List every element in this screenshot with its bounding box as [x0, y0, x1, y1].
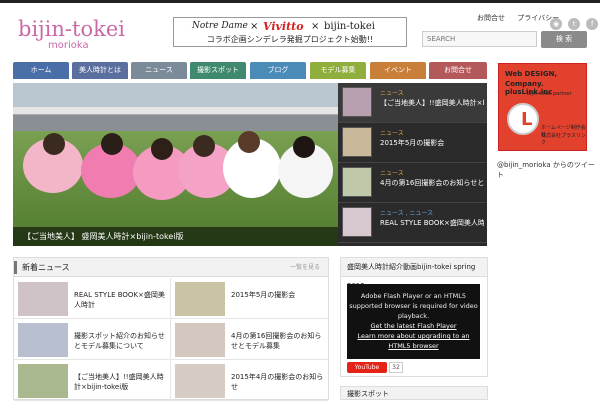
- person-6-head: [293, 136, 315, 158]
- featured-title: 【ご当地美人】!!盛岡美人時計×bijin-tokei…: [380, 99, 484, 107]
- hero-caption-bar: 【ご当地美人】 盛岡美人時計×bijin-tokei版: [13, 227, 338, 246]
- plus-link-logo: L: [507, 103, 539, 135]
- news-header: 新着ニュース 一覧を見る: [14, 258, 328, 277]
- hero-fence: [13, 107, 338, 115]
- facebook-icon[interactable]: f: [586, 18, 599, 30]
- person-4-head: [193, 135, 215, 157]
- news-item[interactable]: 2015年5月の撮影会: [171, 278, 328, 319]
- flash-player-link[interactable]: Get the latest Flash Player: [347, 321, 480, 331]
- top-bar: [0, 0, 600, 3]
- news-thumb: [18, 282, 68, 316]
- news-thumb: [175, 282, 225, 316]
- news-section: 新着ニュース 一覧を見る REAL STYLE BOOK×盛岡美人時計 2015…: [13, 257, 329, 401]
- nav-item-5[interactable]: ブログ: [250, 62, 306, 79]
- news-item-title: 【ご当地美人】!!盛岡美人時計×bijin-tokei版: [74, 373, 164, 391]
- news-title: 新着ニュース: [22, 263, 70, 272]
- news-item[interactable]: 4月の第16回撮影会のお知らせとモデル募集: [171, 319, 328, 360]
- featured-item[interactable]: ニュース 2015年5月の撮影会: [338, 123, 487, 163]
- banner-text: コラボ企画シンデレラ発掘プロジェクト始動!!: [206, 35, 374, 44]
- featured-title: 4月の第16回撮影会のお知らせとモデル募集: [380, 179, 484, 187]
- featured-thumb: [342, 167, 372, 197]
- news-item[interactable]: REAL STYLE BOOK×盛岡美人時計: [14, 278, 171, 319]
- featured-item[interactable]: ニュース , ニュース REAL STYLE BOOK×盛岡美人時計: [338, 203, 487, 243]
- person-2-head: [101, 133, 123, 155]
- person-5-head: [238, 131, 260, 153]
- notre-dame-logo: Notre Dame: [192, 21, 248, 31]
- header-link-contact[interactable]: お問合せ: [477, 14, 505, 22]
- nav-item-2[interactable]: 美人時計とは: [72, 62, 128, 79]
- banner-times-2: ×: [311, 21, 320, 32]
- person-3-head: [151, 138, 173, 160]
- news-thumb: [18, 364, 68, 398]
- news-item-title: REAL STYLE BOOK×盛岡美人時計: [74, 291, 165, 309]
- news-thumb: [18, 323, 68, 357]
- hero-caption[interactable]: 【ご当地美人】 盛岡美人時計×bijin-tokei版: [23, 227, 183, 246]
- featured-category: ニュース: [380, 90, 404, 97]
- featured-list: ニュース 【ご当地美人】!!盛岡美人時計×bijin-tokei… ニュース 2…: [338, 83, 487, 246]
- hero-slider-image[interactable]: 【ご当地美人】 盛岡美人時計×bijin-tokei版: [13, 83, 338, 246]
- news-thumb: [175, 323, 225, 357]
- sponsor-ad[interactable]: Web DESIGN, Company. plusLink.inc bijin-…: [498, 63, 587, 151]
- nav-item-6[interactable]: モデル募集: [310, 62, 366, 79]
- news-thumb: [175, 364, 225, 398]
- main-nav: ホーム 美人時計とは ニュース 撮影スポット ブログ モデル募集 イベント お問…: [13, 62, 488, 79]
- twitter-timeline-link[interactable]: @bijin_morioka からのツイート: [497, 160, 600, 180]
- twitter-icon[interactable]: t: [568, 18, 581, 30]
- youtube-subscriber-count: 32: [389, 362, 403, 373]
- featured-thumb: [342, 127, 372, 157]
- rss-icon[interactable]: ◉: [550, 18, 562, 30]
- news-item[interactable]: 2015年4月の撮影会のお知らせ: [171, 360, 328, 401]
- spots-section-header: 撮影スポット: [340, 386, 488, 400]
- news-item-title: 2015年5月の撮影会: [231, 291, 296, 299]
- featured-item[interactable]: ニュース 4月の第16回撮影会のお知らせとモデル募集: [338, 163, 487, 203]
- html5-upgrade-link[interactable]: Learn more about upgrading to an HTML5 b…: [347, 331, 480, 351]
- news-item-title: 4月の第16回撮影会のお知らせとモデル募集: [231, 332, 322, 350]
- ad-line-3: bijin-tokei partner: [527, 91, 572, 97]
- news-item[interactable]: 【ご当地美人】!!盛岡美人時計×bijin-tokei版: [14, 360, 171, 401]
- nav-item-7[interactable]: イベント: [370, 62, 426, 79]
- ad-line-1: Web DESIGN,: [505, 70, 558, 78]
- collab-banner[interactable]: Notre Dame × Vivitto × bijin-tokei コラボ企画…: [173, 17, 407, 47]
- featured-category: ニュース: [380, 170, 404, 177]
- nav-item-4[interactable]: 撮影スポット: [190, 62, 246, 79]
- player-message: Adobe Flash Player or an HTML5 supported…: [349, 292, 478, 320]
- site-logo[interactable]: bijin-tokei morioka: [18, 18, 128, 56]
- person-1-head: [43, 133, 65, 155]
- vivitto-logo: Vivitto: [263, 20, 304, 33]
- featured-thumb: [342, 207, 372, 237]
- search-button[interactable]: 検 索: [541, 31, 587, 48]
- featured-item[interactable]: ニュース 【ご当地美人】!!盛岡美人時計×bijin-tokei…: [338, 83, 487, 123]
- banner-times-1: ×: [250, 21, 259, 32]
- news-item-title: 撮影スポット紹介のお知らせとモデル募集について: [74, 332, 165, 350]
- video-player[interactable]: Adobe Flash Player or an HTML5 supported…: [347, 284, 480, 359]
- nav-item-8[interactable]: お問合せ: [429, 62, 487, 79]
- hero-track: [13, 115, 338, 131]
- news-item-title: 2015年4月の撮影会のお知らせ: [231, 373, 324, 391]
- banner-logos: Notre Dame × Vivitto × bijin-tokei: [174, 19, 406, 34]
- youtube-subscribe-button[interactable]: YouTube: [347, 362, 387, 373]
- bijin-tokei-logo: bijin-tokei: [324, 21, 375, 32]
- featured-thumb: [342, 87, 372, 117]
- logo-main-text: bijin-tokei: [18, 17, 125, 41]
- video-header: 盛岡美人時計紹介動画bijin-tokei spring 2015: [341, 258, 487, 290]
- news-item[interactable]: 撮影スポット紹介のお知らせとモデル募集について: [14, 319, 171, 360]
- featured-title: REAL STYLE BOOK×盛岡美人時計: [380, 219, 484, 227]
- logo-sub-text: morioka: [48, 40, 89, 51]
- nav-item-3[interactable]: ニュース: [131, 62, 187, 79]
- spots-title: 撮影スポット: [347, 390, 389, 398]
- news-more-link[interactable]: 一覧を見る: [290, 258, 320, 277]
- nav-item-1[interactable]: ホーム: [13, 62, 69, 79]
- news-title-accent: [14, 261, 17, 274]
- social-icons: ◉ t f: [549, 11, 599, 30]
- featured-title: 2015年5月の撮影会: [380, 139, 445, 147]
- video-section: 盛岡美人時計紹介動画bijin-tokei spring 2015 Adobe …: [340, 257, 488, 377]
- featured-category: ニュース: [380, 130, 404, 137]
- search-input[interactable]: [422, 31, 537, 47]
- featured-category: ニュース , ニュース: [380, 210, 434, 217]
- logo-letter-icon: L: [521, 109, 533, 130]
- ad-small-2: 株式会社プラスリンク: [541, 133, 586, 146]
